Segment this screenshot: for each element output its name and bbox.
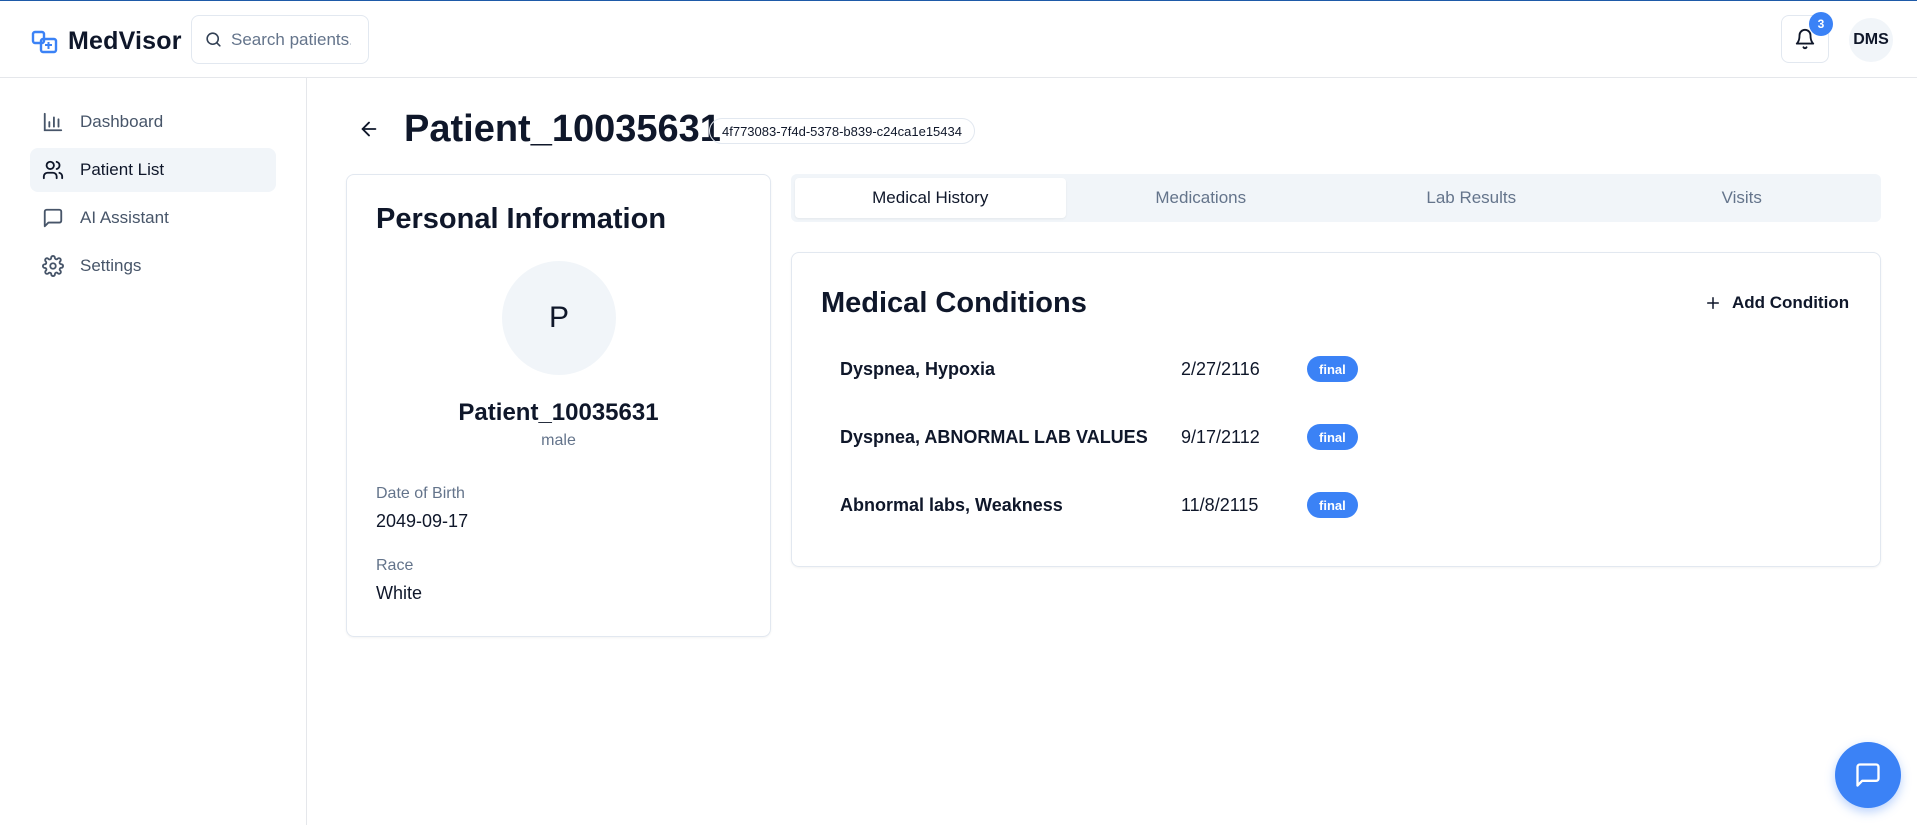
- status-badge: final: [1307, 424, 1358, 450]
- app-logo[interactable]: MedVisor: [31, 27, 182, 56]
- condition-row[interactable]: Dyspnea, ABNORMAL LAB VALUES 9/17/2112 f…: [840, 422, 1358, 452]
- app-name: MedVisor: [68, 27, 182, 55]
- condition-date: 2/27/2116: [1181, 358, 1260, 379]
- users-icon: [42, 160, 64, 180]
- condition-date: 9/17/2112: [1181, 426, 1260, 447]
- condition-row[interactable]: Abnormal labs, Weakness 11/8/2115 final: [840, 490, 1358, 520]
- add-condition-label: Add Condition: [1732, 293, 1850, 312]
- sidebar-item-dashboard[interactable]: Dashboard: [30, 100, 276, 144]
- gear-icon: [42, 255, 64, 277]
- sidebar-item-label: AI Assistant: [80, 208, 169, 227]
- message-square-icon: [43, 208, 63, 228]
- condition-row[interactable]: Dyspnea, Hypoxia 2/27/2116 final: [840, 354, 1358, 384]
- dob-value: 2049-09-17: [376, 511, 469, 531]
- tab-lab-results[interactable]: Lab Results: [1336, 178, 1607, 218]
- notification-count-badge: 3: [1809, 12, 1833, 36]
- patient-avatar: P: [502, 261, 616, 375]
- medical-conditions-card: Medical Conditions Add Condition Dyspnea…: [791, 252, 1881, 567]
- sidebar-item-label: Patient List: [80, 160, 165, 179]
- condition-name: Dyspnea, Hypoxia: [840, 358, 996, 379]
- status-badge: final: [1307, 356, 1358, 382]
- back-arrow-icon[interactable]: [358, 118, 380, 140]
- sidebar-item-patient-list[interactable]: Patient List: [30, 148, 276, 192]
- condition-name: Abnormal labs, Weakness: [840, 494, 1063, 515]
- personal-info-card: Personal Information P Patient_10035631 …: [346, 174, 771, 637]
- patient-id-badge: 4f773083-7f4d-5378-b839-c24ca1e15434: [709, 118, 975, 144]
- chat-button[interactable]: [1835, 742, 1901, 808]
- top-header: MedVisor 3 DMS: [0, 1, 1917, 78]
- tab-visits[interactable]: Visits: [1607, 178, 1878, 218]
- page-title: Patient_10035631: [404, 108, 721, 150]
- sidebar: Dashboard Patient List AI Assistant Sett…: [0, 78, 307, 825]
- sidebar-item-settings[interactable]: Settings: [30, 244, 276, 288]
- dob-label: Date of Birth: [376, 485, 465, 502]
- personal-info-title: Personal Information: [376, 203, 667, 235]
- race-value: White: [376, 583, 423, 603]
- plus-icon: [1707, 297, 1719, 309]
- add-condition-button[interactable]: Add Condition: [1692, 281, 1861, 325]
- medical-conditions-title: Medical Conditions: [821, 287, 1087, 319]
- tab-medications[interactable]: Medications: [1066, 178, 1337, 218]
- patient-name: Patient_10035631: [458, 399, 659, 426]
- patient-gender: male: [541, 432, 576, 449]
- bar-chart-icon: [43, 112, 63, 132]
- user-avatar[interactable]: DMS: [1849, 18, 1893, 62]
- status-badge: final: [1307, 492, 1358, 518]
- patient-tabs: Medical History Medications Lab Results …: [791, 174, 1881, 222]
- tab-medical-history[interactable]: Medical History: [795, 178, 1066, 218]
- sidebar-item-label: Settings: [80, 256, 142, 275]
- race-label: Race: [376, 557, 414, 574]
- search-icon: [206, 32, 221, 47]
- chat-icon: [1856, 763, 1880, 787]
- search-box[interactable]: [191, 15, 369, 64]
- condition-name: Dyspnea, ABNORMAL LAB VALUES: [840, 426, 1148, 447]
- condition-date: 11/8/2115: [1181, 494, 1259, 515]
- sidebar-item-ai-assistant[interactable]: AI Assistant: [30, 196, 276, 240]
- search-input[interactable]: [231, 29, 351, 50]
- logo-icon: [31, 30, 58, 53]
- sidebar-item-label: Dashboard: [80, 112, 164, 131]
